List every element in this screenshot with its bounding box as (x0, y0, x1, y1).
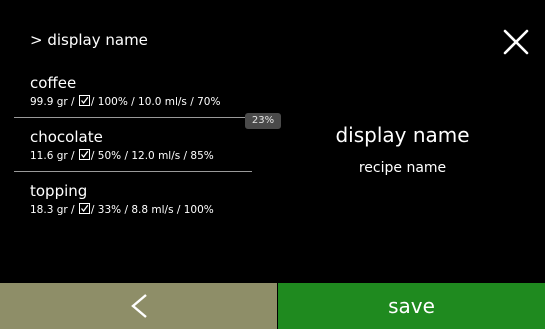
ingredient-name: coffee (30, 74, 77, 92)
ingredient-row-topping[interactable]: topping 18.3 gr / / 33% / 8.8 ml/s / 100… (30, 181, 214, 217)
row-divider (14, 171, 252, 172)
display-name-title: display name (335, 123, 470, 147)
checkbox-checked-icon (78, 149, 90, 160)
checkbox-checked-icon (78, 203, 90, 214)
ingredient-detail: 18.3 gr / / 33% / 8.8 ml/s / 100% (30, 203, 214, 217)
percent-badge: 23% (245, 113, 281, 129)
chevron-left-icon (131, 294, 147, 318)
ingredient-weight: 99.9 gr / (30, 96, 75, 108)
breadcrumb: > display name (30, 31, 148, 49)
ingredient-detail: 99.9 gr / / 100% / 10.0 ml/s / 70% (30, 95, 220, 109)
ingredient-name: chocolate (30, 128, 103, 146)
ingredient-row-chocolate[interactable]: chocolate 11.6 gr / / 50% / 12.0 ml/s / … (30, 127, 214, 163)
ingredient-params: / 33% / 8.8 ml/s / 100% (90, 204, 214, 216)
ingredient-params: / 50% / 12.0 ml/s / 85% (90, 150, 214, 162)
ingredient-weight: 18.3 gr / (30, 204, 75, 216)
checkbox-checked-icon (78, 95, 90, 106)
screen: > display name coffee 99.9 gr / / 100% /… (0, 0, 545, 329)
close-button[interactable] (500, 26, 532, 58)
ingredient-detail: 11.6 gr / / 50% / 12.0 ml/s / 85% (30, 149, 214, 163)
save-button[interactable]: save (278, 283, 545, 329)
close-x-icon (503, 29, 529, 55)
recipe-name-subtitle: recipe name (358, 160, 447, 176)
ingredient-params: / 100% / 10.0 ml/s / 70% (90, 96, 221, 108)
back-button[interactable] (0, 283, 277, 329)
ingredient-weight: 11.6 gr / (30, 150, 75, 162)
ingredient-name: topping (30, 182, 88, 200)
ingredient-row-coffee[interactable]: coffee 99.9 gr / / 100% / 10.0 ml/s / 70… (30, 73, 220, 109)
row-divider (14, 117, 252, 118)
